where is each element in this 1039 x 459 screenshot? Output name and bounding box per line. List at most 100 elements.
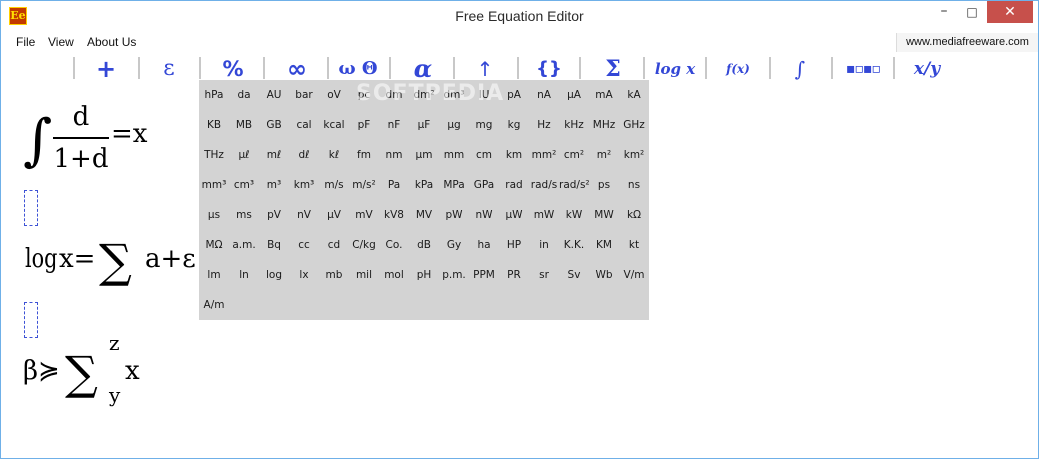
unit-symbol-item[interactable]: mg	[469, 110, 499, 140]
title-bar[interactable]: Ee Free Equation Editor – □ ✕	[1, 1, 1038, 32]
minimize-button[interactable]: –	[931, 1, 957, 23]
maximize-button[interactable]: □	[959, 1, 985, 23]
unit-symbol-item[interactable]: m/s²	[349, 170, 379, 200]
unit-symbol-item[interactable]: μA	[559, 80, 589, 110]
unit-symbol-item[interactable]: kA	[619, 80, 649, 110]
unit-symbol-item[interactable]: μV	[319, 200, 349, 230]
unit-symbol-item[interactable]: km³	[289, 170, 319, 200]
eq2-lhs[interactable]: x=	[59, 243, 95, 275]
website-link[interactable]: www.mediafreeware.com	[896, 33, 1038, 52]
unit-symbol-item[interactable]: K.K.	[559, 230, 589, 260]
unit-symbol-item[interactable]: kg	[499, 110, 529, 140]
unit-symbol-item[interactable]: kW	[559, 200, 589, 230]
unit-symbol-item[interactable]: fm	[349, 140, 379, 170]
unit-symbol-item[interactable]: a.m.	[229, 230, 259, 260]
unit-symbol-item[interactable]: μs	[199, 200, 229, 230]
unit-symbol-item[interactable]: μW	[499, 200, 529, 230]
unit-symbol-item[interactable]: pV	[259, 200, 289, 230]
unit-symbol-item[interactable]: dB	[409, 230, 439, 260]
sigma-sum-button[interactable]: Σ	[595, 55, 631, 83]
unit-symbol-item[interactable]: MV	[409, 200, 439, 230]
unit-symbol-item[interactable]: MB	[229, 110, 259, 140]
unit-symbol-item[interactable]: km²	[619, 140, 649, 170]
eq1-rhs[interactable]: =x	[111, 117, 147, 151]
eq1-numerator[interactable]: d	[53, 101, 109, 133]
unit-symbol-item[interactable]: nA	[529, 80, 559, 110]
unit-symbol-item[interactable]: kPa	[409, 170, 439, 200]
unit-symbol-item[interactable]: rad/s	[529, 170, 559, 200]
unit-symbol-item[interactable]: rad/s²	[559, 170, 589, 200]
unit-symbol-item[interactable]: nF	[379, 110, 409, 140]
empty-slot-placeholder[interactable]	[24, 190, 38, 226]
menu-view[interactable]: View	[48, 32, 74, 52]
arrow-up-icon[interactable]: ↑	[469, 55, 501, 83]
unit-symbol-item[interactable]: hPa	[199, 80, 229, 110]
unit-symbol-item[interactable]: in	[529, 230, 559, 260]
unit-symbol-item[interactable]: rad	[499, 170, 529, 200]
unit-symbol-item[interactable]: Gy	[439, 230, 469, 260]
eq3-upper-limit[interactable]: z	[109, 331, 120, 355]
percent-symbol-button[interactable]: %	[213, 55, 253, 83]
unit-symbol-item[interactable]: THz	[199, 140, 229, 170]
unit-symbol-item[interactable]: MW	[589, 200, 619, 230]
unit-symbol-item[interactable]: p.m.	[439, 260, 469, 290]
unit-symbol-item[interactable]: KM	[589, 230, 619, 260]
unit-symbol-item[interactable]: mb	[319, 260, 349, 290]
unit-symbol-item[interactable]: log	[259, 260, 289, 290]
script-layout-icon[interactable]: ▪▫▪▫	[837, 55, 889, 83]
unit-symbol-item[interactable]: Co.	[379, 230, 409, 260]
eq3-beta[interactable]: β≽	[23, 355, 60, 387]
unit-symbol-item[interactable]: mV	[349, 200, 379, 230]
unit-symbol-item[interactable]: kV8	[379, 200, 409, 230]
unit-symbol-item[interactable]: ha	[469, 230, 499, 260]
unit-symbol-item[interactable]: cm³	[229, 170, 259, 200]
eq1-integral-sign[interactable]: ∫	[23, 101, 52, 181]
eq2-log[interactable]: log	[25, 243, 58, 275]
unit-symbol-item[interactable]: μm	[409, 140, 439, 170]
unit-symbol-item[interactable]: lm	[199, 260, 229, 290]
eq3-rhs[interactable]: x	[125, 355, 140, 387]
unit-symbol-item[interactable]: pW	[439, 200, 469, 230]
unit-symbol-item[interactable]: μF	[409, 110, 439, 140]
eq3-lower-limit[interactable]: y	[109, 383, 120, 407]
unit-symbol-item[interactable]: GB	[259, 110, 289, 140]
unit-symbol-item[interactable]: kℓ	[319, 140, 349, 170]
unit-symbol-item[interactable]: Hz	[529, 110, 559, 140]
unit-symbol-item[interactable]: PPM	[469, 260, 499, 290]
epsilon-symbol-button[interactable]: ε	[153, 55, 185, 83]
unit-symbol-item[interactable]: Sv	[559, 260, 589, 290]
unit-symbol-item[interactable]: kHz	[559, 110, 589, 140]
unit-symbol-item[interactable]: MPa	[439, 170, 469, 200]
unit-symbol-item[interactable]: mol	[379, 260, 409, 290]
unit-symbol-item[interactable]: pF	[349, 110, 379, 140]
unit-symbol-item[interactable]: KB	[199, 110, 229, 140]
unit-symbol-item[interactable]: da	[229, 80, 259, 110]
unit-symbol-item[interactable]: GPa	[469, 170, 499, 200]
menu-about-us[interactable]: About Us	[87, 32, 136, 52]
unit-symbol-item[interactable]: μℓ	[229, 140, 259, 170]
unit-symbol-item[interactable]: mℓ	[259, 140, 289, 170]
unit-symbol-item[interactable]: μg	[439, 110, 469, 140]
unit-symbol-item[interactable]: km	[499, 140, 529, 170]
unit-symbol-item[interactable]: cd	[319, 230, 349, 260]
eq2-rhs[interactable]: a+ε	[145, 243, 196, 275]
greek-omega-theta-button[interactable]: ω Θ	[335, 55, 381, 83]
unit-symbol-item[interactable]: ps	[589, 170, 619, 200]
unit-symbol-item[interactable]: MΩ	[199, 230, 229, 260]
unit-symbol-item[interactable]: cc	[289, 230, 319, 260]
unit-symbol-item[interactable]: Bq	[259, 230, 289, 260]
infinity-symbol-button[interactable]: ∞	[277, 55, 317, 83]
unit-symbol-item[interactable]: mW	[529, 200, 559, 230]
unit-symbol-item[interactable]: mm³	[199, 170, 229, 200]
unit-symbol-item[interactable]: V/m	[619, 260, 649, 290]
unit-symbol-item[interactable]: A/m	[199, 290, 229, 320]
unit-symbol-item[interactable]: kΩ	[619, 200, 649, 230]
unit-symbol-item[interactable]: nV	[289, 200, 319, 230]
braces-button[interactable]: {}	[529, 55, 569, 83]
unit-symbol-item[interactable]: AU	[259, 80, 289, 110]
unit-symbol-item[interactable]: cal	[289, 110, 319, 140]
unit-symbol-item[interactable]: cm	[469, 140, 499, 170]
unit-symbol-item[interactable]: PR	[499, 260, 529, 290]
function-fx-button[interactable]: f(x)	[717, 55, 759, 83]
unit-symbol-item[interactable]: nm	[379, 140, 409, 170]
